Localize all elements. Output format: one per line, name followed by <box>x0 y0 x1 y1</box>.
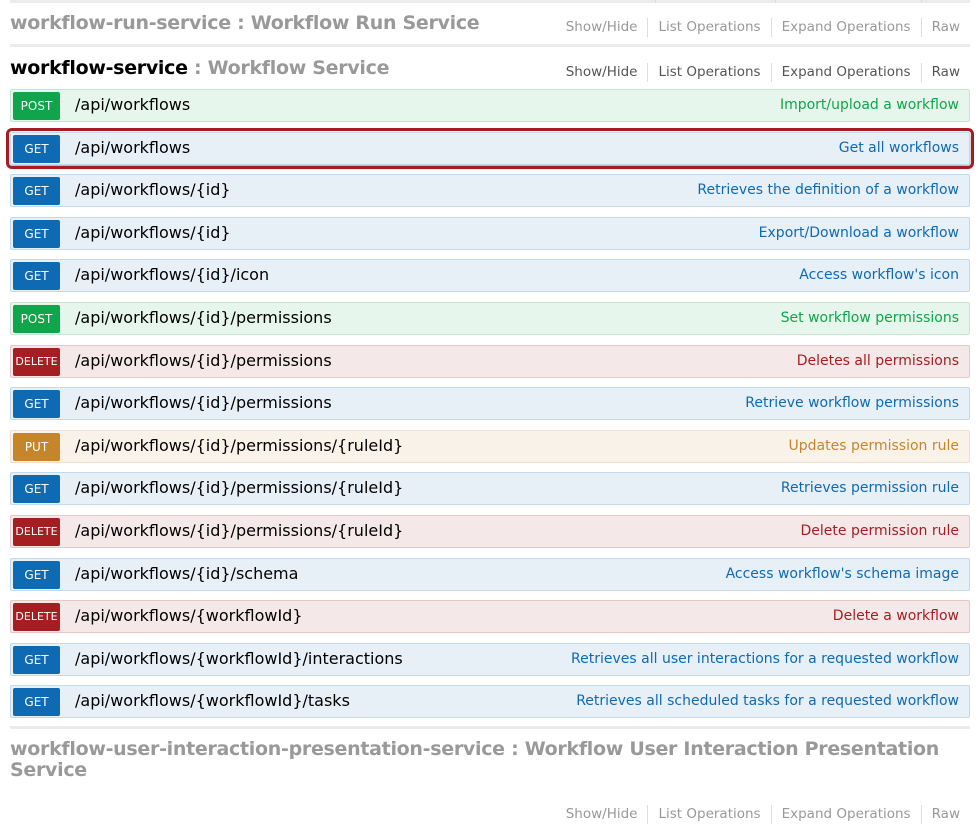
operation-summary[interactable]: Retrieves all user interactions for a re… <box>571 651 959 667</box>
operation-summary[interactable]: Export/Download a workflow <box>759 225 959 241</box>
operation-path[interactable]: /api/workflows/{id}/permissions <box>75 393 332 412</box>
operation-row-highlighted[interactable]: GET /api/workflows Get all workflows <box>6 127 974 169</box>
operation-summary[interactable]: Retrieves permission rule <box>781 480 959 496</box>
http-method-badge[interactable]: DELETE <box>13 517 60 546</box>
operation-row[interactable]: POST /api/workflows Import/upload a work… <box>10 89 970 122</box>
operation-path[interactable]: /api/workflows/{id}/icon <box>75 265 269 284</box>
http-method-badge[interactable]: GET <box>13 262 60 291</box>
http-method-badge[interactable]: GET <box>13 219 60 248</box>
expand-operations-link[interactable]: Expand Operations <box>772 62 921 82</box>
http-method-badge[interactable]: DELETE <box>13 603 60 632</box>
operation-path[interactable]: /api/workflows/{workflowId}/interactions <box>75 649 403 668</box>
resource-workflow-service: workflow-service : Workflow Service Show… <box>10 47 970 91</box>
operation-path[interactable]: /api/workflows/{id} <box>75 223 231 242</box>
operation-row[interactable]: GET /api/workflows/{id}/schema Access wo… <box>10 557 970 591</box>
resource-actions: Show/Hide List Operations Expand Operati… <box>556 804 960 824</box>
resource-description: Workflow Service <box>207 57 390 79</box>
operation-summary[interactable]: Delete permission rule <box>801 523 959 539</box>
operation-summary[interactable]: Retrieves all scheduled tasks for a requ… <box>576 693 959 709</box>
operation-row[interactable]: DELETE /api/workflows/{workflowId} Delet… <box>10 600 970 634</box>
operation-path[interactable]: /api/workflows/{workflowId} <box>75 606 303 625</box>
resource-header: workflow-service : Workflow Service Show… <box>10 47 970 91</box>
operation-row[interactable]: GET /api/workflows/{workflowId}/tasks Re… <box>10 685 970 719</box>
show-hide-link[interactable]: Show/Hide <box>556 62 648 82</box>
operation-summary[interactable]: Updates permission rule <box>789 438 959 454</box>
operation-path[interactable]: /api/workflows <box>75 138 190 157</box>
resource-title-separator: : <box>230 12 251 34</box>
http-method-badge[interactable]: GET <box>13 560 60 589</box>
expand-operations-link[interactable]: Expand Operations <box>772 17 921 37</box>
divider <box>10 726 970 729</box>
operation-row[interactable]: GET /api/workflows/{workflowId}/interact… <box>10 642 970 676</box>
raw-link[interactable]: Raw <box>922 804 960 824</box>
operation-path[interactable]: /api/workflows/{id}/permissions <box>75 351 332 370</box>
resource-name[interactable]: workflow-service <box>10 57 188 79</box>
raw-link[interactable]: Raw <box>922 17 960 37</box>
operation-row[interactable]: GET /api/workflows/{id} Retrieves the de… <box>10 174 970 208</box>
show-hide-link[interactable]: Show/Hide <box>556 804 648 824</box>
http-method-badge[interactable]: GET <box>13 475 60 504</box>
list-operations-link[interactable]: List Operations <box>648 804 770 824</box>
resource-title[interactable]: workflow-run-service : Workflow Run Serv… <box>10 12 480 34</box>
resource-title[interactable]: workflow-service : Workflow Service <box>10 57 389 79</box>
operation-summary[interactable]: Set workflow permissions <box>781 310 959 326</box>
operation-row[interactable]: DELETE /api/workflows/{id}/permissions/{… <box>10 514 970 548</box>
resource-description: Workflow Run Service <box>250 12 480 34</box>
http-method-badge[interactable]: GET <box>13 645 60 674</box>
operation-path[interactable]: /api/workflows/{id} <box>75 180 231 199</box>
resource-workflow-run-service: workflow-run-service : Workflow Run Serv… <box>10 2 970 47</box>
operation-row[interactable]: POST /api/workflows/{id}/permissions Set… <box>10 301 970 335</box>
resource-title[interactable]: workflow-user-interaction-presentation-s… <box>10 739 950 781</box>
operation-path[interactable]: /api/workflows/{id}/permissions <box>75 308 332 327</box>
resource-actions: Show/Hide List Operations Expand Operati… <box>556 62 960 82</box>
show-hide-link[interactable]: Show/Hide <box>556 17 648 37</box>
operation-summary[interactable]: Get all workflows <box>839 140 959 156</box>
operation-path[interactable]: /api/workflows/{id}/permissions/{ruleId} <box>75 436 403 455</box>
http-method-badge[interactable]: GET <box>13 390 60 419</box>
operation-row[interactable]: GET /api/workflows/{id}/permissions Retr… <box>10 387 970 421</box>
http-method-badge[interactable]: PUT <box>13 432 60 461</box>
operation-summary[interactable]: Delete a workflow <box>833 608 959 624</box>
operation-path[interactable]: /api/workflows/{workflowId}/tasks <box>75 691 350 710</box>
operation-row[interactable]: DELETE /api/workflows/{id}/permissions D… <box>10 344 970 378</box>
operation-row[interactable]: GET /api/workflows/{id}/icon Access work… <box>10 259 970 293</box>
http-method-badge[interactable]: POST <box>13 304 60 333</box>
raw-link[interactable]: Raw <box>922 62 960 82</box>
list-operations-link[interactable]: List Operations <box>648 62 770 82</box>
resource-workflow-user-interaction-presentation-service: Show/Hide List Operations Expand Operati… <box>10 790 970 824</box>
operation-summary[interactable]: Retrieves the definition of a workflow <box>697 182 959 198</box>
operation-row[interactable]: GET /api/workflows/{id} Export/Download … <box>10 216 970 250</box>
operation-summary[interactable]: Import/upload a workflow <box>780 97 959 113</box>
operation-row[interactable]: PUT /api/workflows/{id}/permissions/{rul… <box>10 429 970 463</box>
resource-title-separator: : <box>504 738 525 760</box>
operations-list: POST /api/workflows Import/upload a work… <box>6 89 974 728</box>
operation-summary[interactable]: Retrieve workflow permissions <box>745 395 959 411</box>
http-method-badge[interactable]: GET <box>13 134 60 163</box>
operation-summary[interactable]: Deletes all permissions <box>797 353 959 369</box>
http-method-badge[interactable]: POST <box>13 92 60 120</box>
operation-path[interactable]: /api/workflows <box>75 95 190 114</box>
list-operations-link[interactable]: List Operations <box>648 17 770 37</box>
expand-operations-link[interactable]: Expand Operations <box>772 804 921 824</box>
operation-path[interactable]: /api/workflows/{id}/permissions/{ruleId} <box>75 521 403 540</box>
operation-path[interactable]: /api/workflows/{id}/schema <box>75 564 298 583</box>
http-method-badge[interactable]: DELETE <box>13 347 60 376</box>
resource-header: Show/Hide List Operations Expand Operati… <box>10 790 970 824</box>
operation-row[interactable]: GET /api/workflows/{id}/permissions/{rul… <box>10 472 970 506</box>
resource-name[interactable]: workflow-user-interaction-presentation-s… <box>10 738 505 760</box>
operation-summary[interactable]: Access workflow's schema image <box>726 566 959 582</box>
http-method-badge[interactable]: GET <box>13 688 60 717</box>
operation-summary[interactable]: Access workflow's icon <box>799 267 959 283</box>
resource-title-separator: : <box>187 57 208 79</box>
resource-name[interactable]: workflow-run-service <box>10 12 231 34</box>
operation-path[interactable]: /api/workflows/{id}/permissions/{ruleId} <box>75 478 403 497</box>
resource-actions: Show/Hide List Operations Expand Operati… <box>556 17 960 37</box>
resource-header: workflow-run-service : Workflow Run Serv… <box>10 2 970 47</box>
http-method-badge[interactable]: GET <box>13 177 60 206</box>
